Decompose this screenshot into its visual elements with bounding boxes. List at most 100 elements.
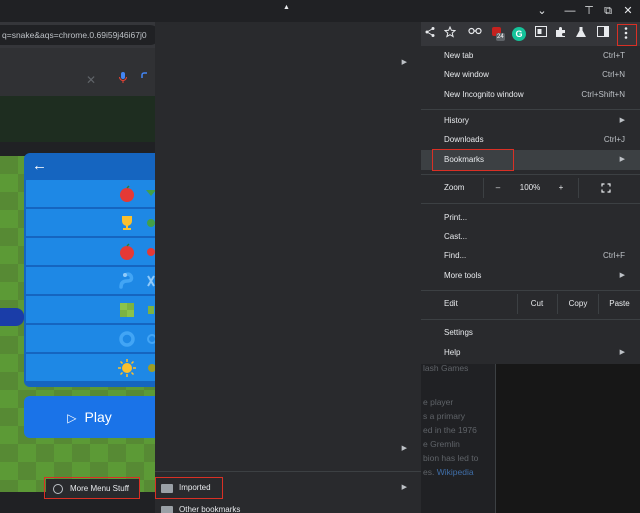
submenu-arrow-icon: ▶ (619, 272, 625, 279)
grammarly-icon[interactable]: G (511, 26, 527, 42)
side-panel-icon[interactable] (595, 26, 611, 42)
menu-separator (421, 174, 640, 175)
shortcut-label: Ctrl+N (602, 70, 625, 79)
apple-icon (120, 243, 134, 260)
shortcut-label: Ctrl+J (603, 135, 625, 144)
menu-item-label: New tab (444, 51, 474, 60)
share-icon[interactable] (422, 26, 438, 42)
play-icon: ▷ (67, 411, 77, 425)
option-row-mode[interactable] (26, 324, 155, 352)
more-options-icon (146, 190, 155, 196)
zoom-divider (578, 178, 579, 198)
menu-item-label: Settings (444, 328, 473, 337)
imported-highlight (155, 477, 223, 499)
board-tile-icon (120, 303, 134, 317)
menu-separator (421, 109, 640, 110)
bookmark-star-icon[interactable] (442, 25, 458, 42)
option-row-snake[interactable] (26, 266, 155, 294)
zoom-level: 100% (519, 183, 541, 192)
option-row-count[interactable] (26, 208, 155, 236)
trophy-icon (122, 216, 132, 230)
page-text-line: e Gremlin (423, 439, 460, 449)
menu-item-label: New window (444, 70, 489, 79)
tab-search-icon[interactable]: ⌄ (533, 3, 551, 19)
menu-item-find[interactable]: Find... Ctrl+F (421, 246, 640, 266)
extension-badge-icon[interactable]: 24 (490, 26, 506, 42)
submenu-arrow-icon: ▶ (401, 484, 407, 491)
restore-icon[interactable]: ⧉ (599, 3, 617, 19)
menu-separator (421, 290, 640, 291)
snake-segment (0, 308, 24, 326)
paste-button[interactable]: Paste (599, 294, 640, 314)
menu-item-downloads[interactable]: Downloads Ctrl+J (421, 130, 640, 150)
cut-button[interactable]: Cut (518, 294, 556, 314)
menu-item-more-tools[interactable]: More tools ▶ (421, 266, 640, 286)
copy-button[interactable]: Copy (558, 294, 598, 314)
close-icon[interactable]: ✕ (619, 3, 637, 19)
labs-flask-icon[interactable] (573, 26, 589, 42)
menu-item-history[interactable]: History ▶ (421, 111, 640, 131)
pin-icon[interactable]: ⊤ (580, 3, 598, 19)
fullscreen-icon[interactable] (601, 183, 611, 193)
menu-item-label: Cast... (444, 232, 468, 241)
menu-button-highlight (617, 24, 637, 46)
reading-mode-icon[interactable] (533, 26, 549, 42)
option-row-sun[interactable] (26, 353, 155, 381)
menu-item-new-tab[interactable]: New tab Ctrl+T (421, 46, 640, 66)
page-text-line-end: es. (423, 467, 435, 477)
zoom-in-button[interactable]: + (556, 178, 566, 198)
submenu-arrow-icon: ▶ (619, 349, 625, 356)
more-options-icon (148, 364, 155, 372)
extensions-puzzle-icon[interactable] (553, 26, 569, 42)
search-bar-area: ✕ (0, 48, 155, 96)
page-text-line: es. Wikipedia (423, 465, 495, 479)
menu-item-label: Help (444, 348, 461, 357)
zoom-divider (483, 178, 484, 198)
option-row-board[interactable] (26, 295, 155, 323)
game-header (0, 96, 155, 142)
minimize-icon[interactable]: — (561, 3, 579, 19)
bookmark-folder-other[interactable]: Other bookmarks (155, 500, 421, 513)
folder-icon (161, 506, 173, 513)
menu-item-new-incognito[interactable]: New Incognito window Ctrl+Shift+N (421, 85, 640, 105)
zoom-out-button[interactable]: – (493, 178, 503, 198)
zoom-label: Zoom (444, 183, 465, 192)
option-row-food[interactable] (26, 179, 155, 207)
bookmarks-submenu: ▲ ▶ ▶ Imported ▶ Other bookmarks (155, 0, 421, 513)
shortcut-label: Ctrl+F (603, 251, 625, 260)
menu-item-label: Downloads (444, 135, 484, 144)
menu-item-label: Find... (444, 251, 467, 260)
submenu-arrow-icon: ▶ (401, 59, 407, 66)
edit-label: Edit (444, 299, 458, 308)
play-button[interactable]: ▷ Play (24, 396, 155, 438)
page-text-line: e player (423, 397, 454, 407)
menu-item-settings[interactable]: Settings (421, 323, 640, 343)
play-label: Play (84, 409, 112, 425)
menu-item-new-window[interactable]: New window Ctrl+N (421, 65, 640, 85)
page-text-line: s a primary (423, 411, 466, 421)
menu-item-label: More tools (444, 271, 482, 280)
lens-icon[interactable] (141, 72, 155, 84)
scroll-up-arrow-icon[interactable]: ▲ (283, 4, 290, 11)
menu-item-help[interactable]: Help ▶ (421, 343, 640, 363)
shortcut-label: Ctrl+Shift+N (581, 90, 625, 99)
bookmarks-highlight (432, 149, 514, 171)
chrome-main-menu: New tab Ctrl+T New window Ctrl+N New Inc… (421, 46, 640, 364)
grammarly-letter: G (512, 27, 526, 41)
more-options-icon (148, 306, 154, 314)
menu-item-label: New Incognito window (444, 90, 524, 99)
apple-icon (120, 185, 134, 202)
microphone-icon[interactable] (118, 71, 128, 85)
wikipedia-link[interactable]: Wikipedia (437, 467, 474, 477)
extension-glasses-icon[interactable] (467, 26, 483, 42)
address-bar[interactable]: q=snake&aqs=chrome.0.69i59j46i67j0 (0, 25, 160, 45)
menu-item-cast[interactable]: Cast... (421, 227, 640, 247)
page-text-line: bion has led to (423, 453, 479, 463)
back-arrow-icon[interactable]: ← (32, 157, 47, 174)
bookmark-folder-label: Other bookmarks (179, 505, 241, 513)
option-row-speed[interactable] (26, 237, 155, 265)
clear-search-icon[interactable]: ✕ (86, 73, 96, 87)
menu-item-print[interactable]: Print... (421, 208, 640, 228)
shortcut-label: Ctrl+T (603, 51, 625, 60)
ring-icon (119, 331, 135, 347)
